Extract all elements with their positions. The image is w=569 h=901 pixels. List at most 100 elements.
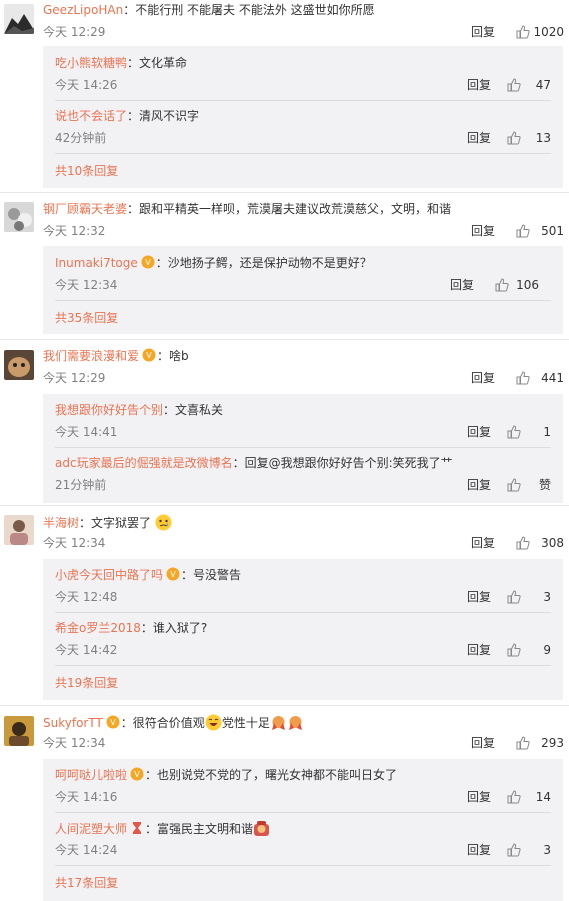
like-count: 308 xyxy=(541,536,564,550)
reply-button[interactable]: 回复 xyxy=(467,842,491,858)
comment-meta: 今天 12:29 回复 441 xyxy=(43,370,564,386)
comment-meta: 今天 12:34 回复 308 xyxy=(43,535,564,551)
reply-time: 今天 14:41 xyxy=(55,425,118,439)
vip-badge-icon: V xyxy=(141,255,155,269)
comment-username[interactable]: GeezLipoHAn xyxy=(43,3,123,17)
comment-separator xyxy=(0,192,569,193)
more-replies-link[interactable]: 共17条回复 xyxy=(55,875,118,891)
reply-time: 今天 14:26 xyxy=(55,78,118,92)
like-button[interactable]: 47 xyxy=(507,77,551,93)
divider xyxy=(55,447,551,448)
like-button[interactable]: 3 xyxy=(507,842,551,858)
like-button[interactable]: 308 xyxy=(516,535,564,551)
svg-text:V: V xyxy=(110,718,116,727)
like-count: 赞 xyxy=(538,478,551,492)
comment-text: 钢厂顾霸天老婆：跟和平精英一样呗，荒漠屠夫建议改荒漠慈父，文明，和谐 xyxy=(43,202,452,216)
thumb-up-icon xyxy=(507,425,521,439)
like-button[interactable]: 1020 xyxy=(516,24,564,40)
reply-box: 我想跟你好好告个别：文喜私关 今天 14:41 回复 1 adc玩家最后的倔强就… xyxy=(43,394,563,503)
svg-text:V: V xyxy=(170,570,176,579)
reply-time: 今天 14:16 xyxy=(55,790,118,804)
reply-button[interactable]: 回复 xyxy=(467,77,491,93)
reply-username[interactable]: 我想跟你好好告个别 xyxy=(55,403,163,417)
reply-username[interactable]: 人间泥塑大师 xyxy=(55,822,127,836)
divider xyxy=(55,812,551,813)
comment-username[interactable]: 钢厂顾霸天老婆 xyxy=(43,202,127,216)
comment-meta: 今天 12:34 回复 293 xyxy=(43,735,564,751)
like-count: 441 xyxy=(541,371,564,385)
thumb-up-icon xyxy=(516,224,530,238)
reply-time: 42分钟前 xyxy=(55,131,107,145)
reply-time: 今天 12:34 xyxy=(55,278,118,292)
comment-separator xyxy=(0,705,569,706)
like-count: 14 xyxy=(535,790,551,804)
reply-button[interactable]: 回复 xyxy=(467,130,491,146)
emoji-icon xyxy=(155,514,172,531)
reply-username[interactable]: 说也不会话了 xyxy=(55,109,127,123)
reply-button[interactable]: 回复 xyxy=(467,789,491,805)
reply-button[interactable]: 回复 xyxy=(471,370,495,386)
comment-username[interactable]: 半海树 xyxy=(43,516,79,530)
comment-time: 今天 12:34 xyxy=(43,736,106,750)
like-count: 47 xyxy=(535,78,551,92)
reply-username[interactable]: 小虎今天回中路了吗 xyxy=(55,568,163,582)
like-button[interactable]: 赞 xyxy=(507,477,551,493)
reply-button[interactable]: 回复 xyxy=(467,477,491,493)
avatar[interactable] xyxy=(4,4,34,34)
more-replies-link[interactable]: 共35条回复 xyxy=(55,310,118,326)
reply-button[interactable]: 回复 xyxy=(450,277,474,293)
reply-button[interactable]: 回复 xyxy=(471,735,495,751)
reply-username[interactable]: 吃小熊软糖鸭 xyxy=(55,56,127,70)
like-button[interactable]: 293 xyxy=(516,735,564,751)
thumb-up-icon xyxy=(507,590,521,604)
avatar[interactable] xyxy=(4,350,34,380)
comment-separator xyxy=(0,339,569,340)
reply-text: 我想跟你好好告个别：文喜私关 xyxy=(55,403,224,417)
thumb-up-icon xyxy=(507,643,521,657)
avatar[interactable] xyxy=(4,716,34,746)
comment-time: 今天 12:32 xyxy=(43,224,106,238)
reply-button[interactable]: 回复 xyxy=(471,223,495,239)
comment-meta: 今天 12:32 回复 501 xyxy=(43,223,564,239)
reply-button[interactable]: 回复 xyxy=(471,24,495,40)
reply-username[interactable]: adc玩家最后的倔强就是改微博名 xyxy=(55,456,233,470)
reply-box: 吃小熊软糖鸭：文化革命 今天 14:26 回复 47 说也不会话了：清风不识字 … xyxy=(43,46,563,188)
thumb-up-icon xyxy=(507,478,521,492)
comment-separator xyxy=(0,505,569,506)
reply-username[interactable]: Inumaki7toge xyxy=(55,256,138,270)
thumb-up-icon xyxy=(507,78,521,92)
like-button[interactable]: 9 xyxy=(507,642,551,658)
divider xyxy=(55,665,551,666)
reply-meta: 今天 14:42 回复 9 xyxy=(55,642,551,658)
emoji-icon xyxy=(288,716,302,730)
reply-username[interactable]: 希金o罗兰2018 xyxy=(55,621,141,635)
reply-username[interactable]: 呵呵哒儿啦啦 xyxy=(55,768,127,782)
reply-button[interactable]: 回复 xyxy=(467,642,491,658)
like-button[interactable]: 1 xyxy=(507,424,551,440)
more-replies-link[interactable]: 共19条回复 xyxy=(55,675,118,691)
comment-username[interactable]: 我们需要浪漫和爱 xyxy=(43,349,139,363)
reply-meta: 42分钟前 回复 13 xyxy=(55,130,551,146)
reply-box: 小虎今天回中路了吗 V ：号没警告 今天 12:48 回复 3 希金o罗兰2018：… xyxy=(43,559,563,700)
reply-button[interactable]: 回复 xyxy=(467,589,491,605)
divider xyxy=(55,300,551,301)
like-button[interactable]: 106 xyxy=(495,277,539,293)
like-button[interactable]: 501 xyxy=(516,223,564,239)
like-count: 3 xyxy=(543,843,551,857)
avatar[interactable] xyxy=(4,202,34,232)
avatar[interactable] xyxy=(4,515,34,545)
like-button[interactable]: 14 xyxy=(507,789,551,805)
like-button[interactable]: 13 xyxy=(507,130,551,146)
reply-button[interactable]: 回复 xyxy=(467,424,491,440)
comment-text: 我们需要浪漫和爱 V ：啥b xyxy=(43,348,189,363)
comment-username[interactable]: SukyforTT xyxy=(43,716,103,730)
thumb-up-icon xyxy=(507,843,521,857)
reply-time: 今天 12:48 xyxy=(55,590,118,604)
like-button[interactable]: 441 xyxy=(516,370,564,386)
more-replies-link[interactable]: 共10条回复 xyxy=(55,163,118,179)
like-count: 3 xyxy=(543,590,551,604)
thumb-up-icon xyxy=(516,736,530,750)
like-button[interactable]: 3 xyxy=(507,589,551,605)
reply-button[interactable]: 回复 xyxy=(471,535,495,551)
reply-meta: 今天 12:48 回复 3 xyxy=(55,589,551,605)
